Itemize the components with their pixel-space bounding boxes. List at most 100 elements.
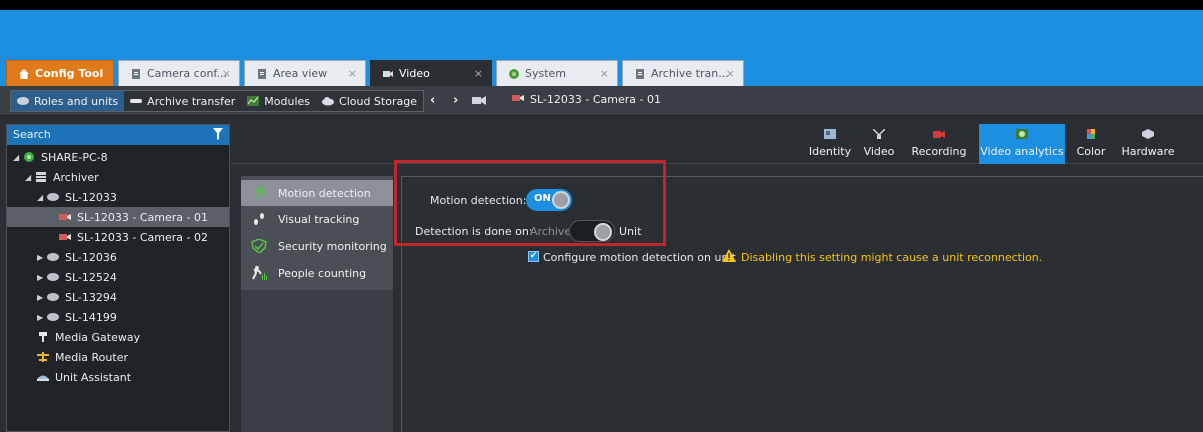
tree-node-label: SL-14199 [65, 310, 117, 324]
tree-node[interactable]: ◢ Archiver [7, 167, 229, 187]
search-input[interactable]: Search [7, 125, 229, 145]
back-button[interactable]: ‹ [430, 93, 435, 108]
toolbar-label: Archive transfer [147, 94, 236, 108]
video-tab[interactable]: Video [858, 124, 900, 164]
sidenav-label: Security monitoring [278, 239, 387, 253]
tree-node-label: SL-13294 [65, 290, 117, 304]
tab-label: Config Tool [35, 67, 104, 80]
tree-node-label: Media Gateway [55, 330, 141, 344]
identity-tab[interactable]: Identity [809, 124, 851, 164]
task-group: Roles and units Archive transfer Modules… [10, 90, 424, 112]
tree-node[interactable]: ▶ SL-14199 [7, 307, 229, 327]
close-icon[interactable]: × [474, 67, 483, 80]
ribbon-label: Identity [808, 145, 852, 158]
expand-arrow-icon[interactable]: ▶ [37, 293, 47, 302]
tab-config-tool[interactable]: Config Tool [6, 60, 114, 86]
sidenav-item-people-counting[interactable]: People counting [241, 260, 393, 286]
sidenav-item-visual-tracking[interactable]: Visual tracking [241, 206, 393, 232]
expand-arrow-icon[interactable]: ◢ [37, 193, 47, 202]
sidenav-item-motion-detection[interactable]: Motion detection [241, 180, 393, 206]
close-icon[interactable]: × [348, 67, 357, 80]
ribbon-label: Recording [911, 145, 967, 158]
unit-icon [47, 192, 59, 202]
roles-and-units-button[interactable]: Roles and units [11, 91, 125, 111]
camera-config-icon[interactable] [472, 94, 486, 110]
recording-icon [933, 129, 945, 139]
expand-arrow-icon[interactable]: ◢ [25, 173, 35, 182]
color-icon [1085, 129, 1097, 139]
server-icon [23, 152, 35, 162]
camera-icon [59, 232, 71, 242]
close-icon[interactable]: × [222, 67, 231, 80]
tree-node-label: Media Router [55, 350, 128, 364]
config-ribbon: Identity Video Recording Video analytics… [231, 124, 1203, 164]
tab-video[interactable]: Video × [370, 60, 492, 86]
close-icon[interactable]: × [600, 67, 609, 80]
tab-label: Camera conf... [147, 67, 227, 80]
tree-node[interactable]: ▶ SL-12036 [7, 247, 229, 267]
modules-button[interactable]: Modules [241, 91, 316, 111]
security-icon [251, 238, 267, 254]
tree-node[interactable]: ▶ SL-13294 [7, 287, 229, 307]
toolbar-label: Roles and units [34, 94, 119, 108]
router-icon [37, 352, 49, 362]
globe-icon [509, 68, 519, 79]
tree-node[interactable]: SL-12033 - Camera - 02 [7, 227, 229, 247]
tree-node-label: SL-12033 [65, 190, 117, 204]
color-tab[interactable]: Color [1071, 124, 1111, 164]
tree-node-selected[interactable]: SL-12033 - Camera - 01 [7, 207, 229, 227]
unit-icon [47, 312, 59, 322]
home-icon [19, 68, 29, 79]
tree-node-label: SL-12524 [65, 270, 117, 284]
breadcrumb-label: SL-12033 - Camera - 01 [530, 93, 661, 106]
expand-arrow-icon[interactable]: ◢ [13, 153, 23, 162]
configure-motion-checkbox[interactable]: ✔ [528, 251, 539, 262]
ribbon-label: Color [1076, 145, 1106, 158]
tab-archive-transfer[interactable]: Archive tran... × [622, 60, 744, 86]
close-icon[interactable]: × [726, 67, 735, 80]
expand-arrow-icon[interactable]: ▶ [37, 253, 47, 262]
filter-icon[interactable] [213, 128, 223, 140]
tab-area-view[interactable]: Area view × [244, 60, 366, 86]
tracking-icon [251, 212, 267, 226]
search-label: Search [13, 128, 51, 141]
archive-transfer-button[interactable]: Archive transfer [124, 91, 241, 111]
tree-node[interactable]: ◢ SL-12033 [7, 187, 229, 207]
tab-system[interactable]: System × [496, 60, 618, 86]
roles-icon [17, 96, 29, 106]
tree-node[interactable]: ◢ SHARE-PC-8 [7, 147, 229, 167]
tree-node[interactable]: Unit Assistant [7, 367, 229, 387]
sidenav-item-security-monitoring[interactable]: Security monitoring [241, 233, 393, 259]
video-analytics-tab[interactable]: Video analytics [979, 124, 1065, 164]
toolbar-label: Cloud Storage [339, 94, 417, 108]
camera-icon [59, 212, 71, 222]
configure-motion-label[interactable]: Configure motion detection on unit [543, 251, 736, 264]
expand-arrow-icon[interactable]: ▶ [37, 313, 47, 322]
tree-node[interactable]: Media Router [7, 347, 229, 367]
video-analytics-icon [1016, 129, 1028, 139]
recording-tab[interactable]: Recording [906, 124, 972, 164]
breadcrumb: SL-12033 - Camera - 01 [512, 93, 661, 106]
identity-icon [824, 129, 836, 139]
tab-strip: Config Tool Camera conf... × Area view ×… [6, 60, 748, 86]
warning-icon [722, 249, 736, 265]
document-icon [635, 68, 645, 79]
forward-button[interactable]: › [453, 93, 458, 108]
tab-bar: Config Tool Camera conf... × Area view ×… [0, 10, 1203, 86]
motion-icon [251, 186, 267, 200]
hardware-tab[interactable]: Hardware [1119, 124, 1177, 164]
entity-tree-panel: Search ◢ SHARE-PC-8 ◢ Archiver ◢ SL-12033 S… [6, 124, 230, 432]
assistant-icon [37, 372, 49, 382]
main-toolbar: Roles and units Archive transfer Modules… [0, 86, 1203, 116]
gateway-icon [37, 332, 49, 342]
top-band [0, 0, 1203, 10]
tree-node[interactable]: ▶ SL-12524 [7, 267, 229, 287]
unit-icon [47, 292, 59, 302]
expand-arrow-icon[interactable]: ▶ [37, 273, 47, 282]
highlight-box [394, 160, 666, 246]
archiver-icon [35, 172, 47, 182]
cloud-storage-button[interactable]: Cloud Storage [316, 91, 423, 111]
tab-camera-conf[interactable]: Camera conf... × [118, 60, 240, 86]
ribbon-label: Video [863, 145, 895, 158]
tree-node[interactable]: Media Gateway [7, 327, 229, 347]
